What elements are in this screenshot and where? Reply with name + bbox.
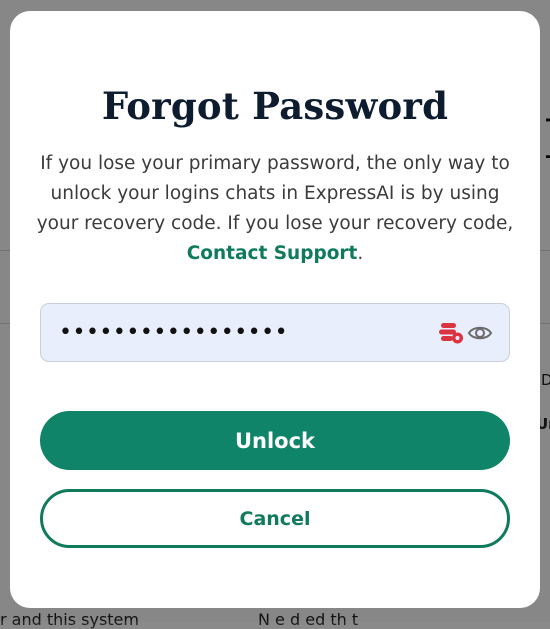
password-field[interactable] (40, 303, 510, 362)
password-field-icons (439, 319, 493, 347)
description-text: If you lose your primary password, the o… (36, 153, 514, 234)
dialog-description: If you lose your primary password, the o… (36, 149, 514, 269)
key-stack-icon[interactable] (439, 321, 465, 345)
cancel-button[interactable]: Cancel (40, 489, 510, 548)
description-period: . (357, 243, 364, 264)
password-input[interactable] (59, 304, 429, 361)
eye-icon[interactable] (467, 321, 493, 345)
dialog-title: Forgot Password (101, 84, 449, 128)
unlock-button[interactable]: Unlock (40, 411, 510, 470)
contact-support-link[interactable]: Contact Support (187, 243, 358, 264)
forgot-password-dialog: Forgot Password If you lose your primary… (10, 11, 540, 608)
